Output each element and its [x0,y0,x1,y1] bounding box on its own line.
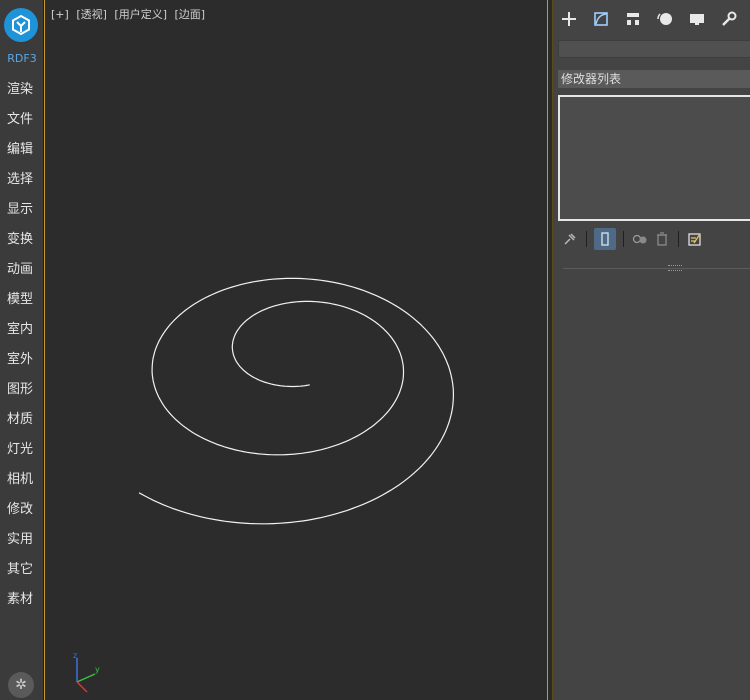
perspective-viewport[interactable]: [+] [透视] [用户定义] [边面] z y [44,0,548,700]
sidebar-item[interactable]: 文件 [0,110,44,140]
modifier-list-dropdown[interactable]: 修改器列表 [558,70,750,88]
show-end-result-icon[interactable] [594,228,616,250]
sidebar-item[interactable]: 动画 [0,260,44,290]
sidebar-item[interactable]: 修改 [0,500,44,530]
sidebar-item[interactable]: 室内 [0,320,44,350]
spiral-curve[interactable] [138,277,454,525]
app-logo[interactable] [4,8,38,42]
modifier-stack-list[interactable] [558,95,750,221]
command-tabs [553,4,750,34]
make-unique-icon[interactable] [629,228,651,250]
svg-text:y: y [95,665,100,674]
sidebar-item[interactable]: 编辑 [0,140,44,170]
toolbar-divider [623,231,624,247]
remove-modifier-trash-icon[interactable] [651,228,673,250]
sidebar-item[interactable]: 其它 [0,560,44,590]
sidebar-item[interactable]: 图形 [0,380,44,410]
sidebar-item[interactable]: 显示 [0,200,44,230]
sidebar-item[interactable]: 室外 [0,350,44,380]
cube-logo-icon [12,14,30,36]
rollout-grip-handle[interactable] [668,265,682,271]
stack-toolbar [559,228,749,250]
brand-label: RDF3 [7,52,37,65]
sidebar-item[interactable]: 相机 [0,470,44,500]
utilities-wrench-icon[interactable] [713,4,745,34]
sidebar-item[interactable]: 素材 [0,590,44,620]
object-name-field[interactable] [558,40,750,58]
panel-divider [563,268,750,269]
sidebar-item[interactable]: 灯光 [0,440,44,470]
toolbar-divider [586,231,587,247]
command-panel: 修改器列表 [552,0,750,700]
settings-gear-icon[interactable]: ✲ [8,672,34,698]
create-tab-icon[interactable] [553,4,585,34]
sidebar-item[interactable]: 选择 [0,170,44,200]
toolbar-divider [678,231,679,247]
sidebar-item[interactable]: 模型 [0,290,44,320]
configure-modifier-sets-icon[interactable] [684,228,706,250]
sidebar-item[interactable]: 材质 [0,410,44,440]
sidebar-menu: 渲染 文件 编辑 选择 显示 变换 动画 模型 室内 室外 图形 材质 灯光 相机 修改 实用 其它 素材 [0,80,44,620]
motion-tab-icon[interactable] [649,4,681,34]
svg-text:z: z [73,652,77,660]
spiral-shape[interactable] [45,0,549,700]
display-tab-icon[interactable] [681,4,713,34]
hierarchy-tab-icon[interactable] [617,4,649,34]
sidebar-item[interactable]: 变换 [0,230,44,260]
modify-tab-icon[interactable] [585,4,617,34]
left-sidebar: RDF3 渲染 文件 编辑 选择 显示 变换 动画 模型 室内 室外 图形 材质 灯光 相机 修改 实用 其它素… [0,0,44,700]
sidebar-item[interactable]: 渲染 [0,80,44,110]
axis-gizmo-icon: z y [73,652,100,693]
sidebar-item[interactable]: 实用 [0,530,44,560]
pin-stack-icon[interactable] [559,228,581,250]
